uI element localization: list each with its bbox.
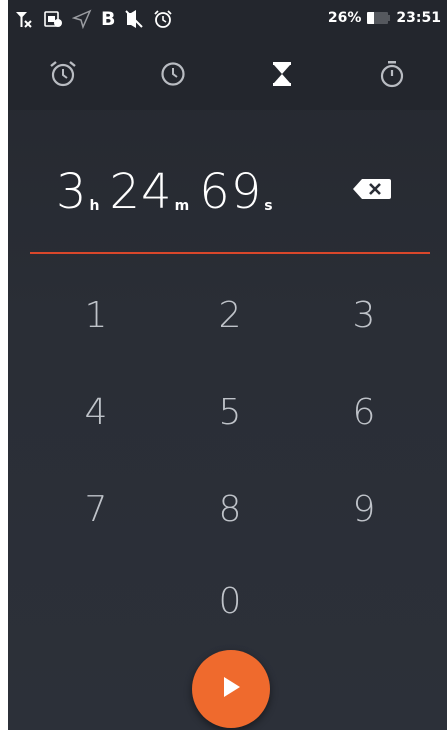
tab-stopwatch[interactable]	[337, 38, 447, 110]
hourglass-icon	[267, 59, 297, 89]
play-icon	[220, 675, 242, 703]
key-1[interactable]: 1	[36, 270, 156, 360]
start-timer-button[interactable]	[192, 650, 270, 728]
notification-icon	[43, 9, 63, 29]
tab-bar	[8, 38, 447, 110]
status-bar: B 26% 23:51	[8, 0, 447, 38]
backspace-icon	[352, 179, 392, 204]
timer-digits: 3 h 24 m 69 s	[56, 152, 283, 222]
battery-percent: 26%	[327, 10, 362, 26]
clock-icon	[158, 59, 188, 89]
seconds-value: 69	[199, 164, 263, 220]
seconds-unit: s	[264, 198, 273, 214]
b-icon: B	[101, 8, 116, 30]
signal-off-icon	[14, 9, 34, 29]
key-3[interactable]: 3	[304, 270, 424, 360]
key-5[interactable]: 5	[170, 367, 290, 457]
alarm-icon	[153, 9, 173, 29]
key-7[interactable]: 7	[36, 464, 156, 554]
location-icon	[72, 9, 92, 29]
key-6[interactable]: 6	[304, 367, 424, 457]
timer-underline	[30, 252, 430, 254]
key-0[interactable]: 0	[170, 556, 290, 646]
timer-screen: B 26% 23:51 3 h 24 m 69 s 1 2 3 4 5 6 7 …	[8, 0, 447, 730]
minutes-value: 24	[109, 164, 173, 220]
timer-display: 3 h 24 m 69 s	[8, 152, 447, 222]
hours-value: 3	[56, 164, 88, 220]
tab-clock[interactable]	[118, 38, 228, 110]
tab-timer[interactable]	[228, 38, 338, 110]
minutes-unit: m	[174, 198, 190, 214]
key-4[interactable]: 4	[36, 367, 156, 457]
backspace-button[interactable]	[352, 178, 392, 200]
hours-unit: h	[89, 198, 100, 214]
stopwatch-icon	[377, 59, 407, 89]
alarm-clock-icon	[48, 59, 78, 89]
battery-icon	[367, 12, 391, 24]
key-2[interactable]: 2	[170, 270, 290, 360]
status-icons-right: 26% 23:51	[328, 10, 441, 26]
key-9[interactable]: 9	[304, 464, 424, 554]
tab-alarm[interactable]	[8, 38, 118, 110]
status-time: 23:51	[396, 10, 441, 26]
key-8[interactable]: 8	[170, 464, 290, 554]
status-icons-left: B	[14, 9, 173, 29]
mute-icon	[124, 9, 144, 29]
